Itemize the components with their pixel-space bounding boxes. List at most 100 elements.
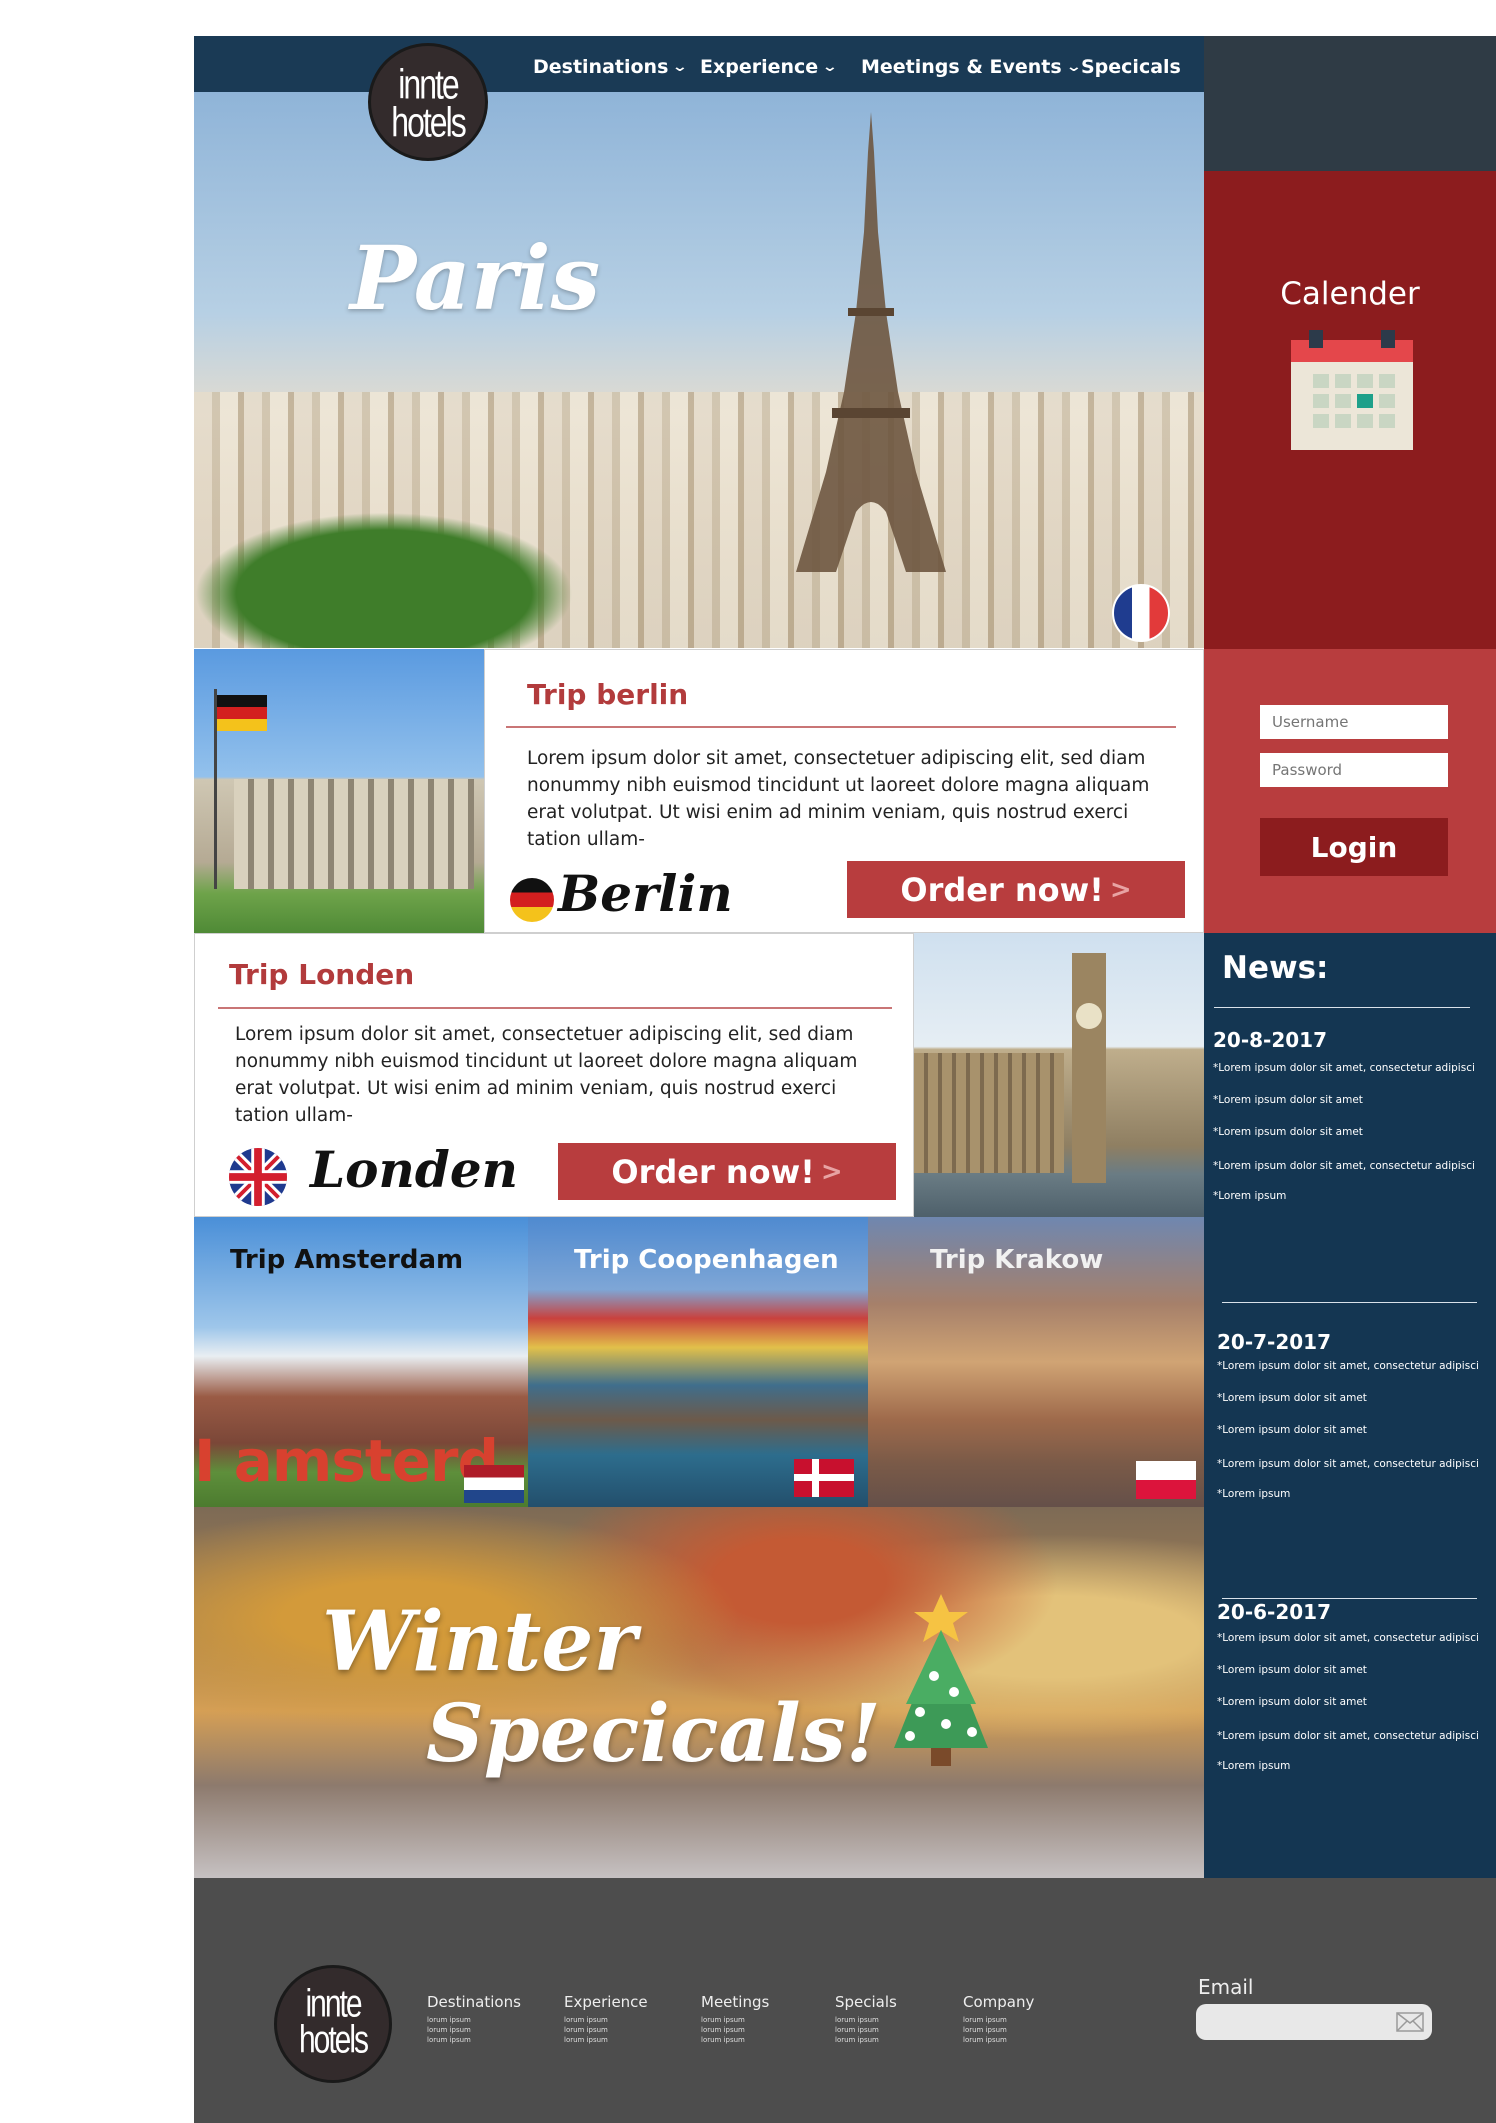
footer-column-destinations[interactable]: Destinations lorum ipsum lorum ipsum lor… xyxy=(427,1993,521,2045)
france-flag-icon xyxy=(1112,584,1170,642)
hero-paris-image xyxy=(194,92,1204,648)
parliament-building xyxy=(914,1053,1064,1173)
nav-meetings-label: Meetings & Events xyxy=(861,56,1062,78)
chevron-down-icon: ⌄ xyxy=(821,59,839,75)
reichstag-columns xyxy=(234,779,474,889)
footer-link[interactable]: lorum ipsum xyxy=(835,2035,897,2045)
logo-line-2: hotels xyxy=(391,98,466,146)
footer-link[interactable]: lorum ipsum xyxy=(701,2025,769,2035)
footer-link[interactable]: lorum ipsum xyxy=(701,2035,769,2045)
chevron-down-icon: ⌄ xyxy=(1065,59,1082,75)
london-big-ben-image xyxy=(914,933,1204,1217)
tile-coopenhagen[interactable]: Trip Coopenhagen xyxy=(528,1217,868,1507)
news-date: 20-8-2017 xyxy=(1213,1028,1328,1052)
footer-link[interactable]: lorum ipsum xyxy=(835,2025,897,2035)
eiffel-tower-illustration xyxy=(796,112,946,572)
footer-innte-hotels-logo[interactable]: innte hotels xyxy=(274,1965,392,2083)
footer-link[interactable]: lorum ipsum xyxy=(427,2025,521,2035)
footer-link[interactable]: lorum ipsum xyxy=(963,2025,1034,2035)
trip-berlin-divider xyxy=(506,726,1176,728)
berlin-city-name: Berlin xyxy=(558,864,733,923)
news-line: *Lorem ipsum dolor sit amet xyxy=(1213,1094,1363,1106)
winter-title-line1: Winter xyxy=(322,1594,637,1690)
username-input[interactable] xyxy=(1260,705,1448,739)
tile-amsterdam-title: Trip Amsterdam xyxy=(230,1245,464,1275)
footer-column-title: Destinations xyxy=(427,1993,521,2011)
order-button-label: Order now! xyxy=(900,870,1104,909)
nav-destinations[interactable]: Destinations ⌄ xyxy=(533,54,689,80)
news-line: *Lorem ipsum dolor sit amet, consectetur… xyxy=(1217,1632,1479,1644)
footer-column-company[interactable]: Company lorum ipsum lorum ipsum lorum ip… xyxy=(963,1993,1034,2045)
footer-link[interactable]: lorum ipsum xyxy=(564,2015,648,2025)
nav-destinations-label: Destinations xyxy=(533,56,669,78)
tile-krakow[interactable]: Trip Krakow xyxy=(868,1217,1204,1507)
chevron-right-icon: > xyxy=(820,1156,843,1187)
footer-link[interactable]: lorum ipsum xyxy=(564,2035,648,2045)
trip-londen-description: Lorem ipsum dolor sit amet, consectetuer… xyxy=(235,1024,858,1126)
footer-link[interactable]: lorum ipsum xyxy=(564,2025,648,2035)
nav-specicals-label: Specicals xyxy=(1081,56,1181,78)
calendar-icon[interactable] xyxy=(1291,330,1413,450)
order-button-label: Order now! xyxy=(611,1152,815,1191)
tile-coopenhagen-title: Trip Coopenhagen xyxy=(574,1245,839,1275)
londen-order-button[interactable]: Order now! > xyxy=(558,1143,896,1200)
news-line: *Lorem ipsum dolor sit amet, consectetur… xyxy=(1213,1062,1475,1074)
trip-berlin-description: Lorem ipsum dolor sit amet, consectetuer… xyxy=(527,748,1150,850)
footer-column-experience[interactable]: Experience lorum ipsum lorum ipsum lorum… xyxy=(564,1993,648,2045)
news-line: *Lorem ipsum xyxy=(1217,1488,1291,1500)
footer-link[interactable]: lorum ipsum xyxy=(427,2035,521,2045)
big-ben-tower xyxy=(1072,953,1106,1183)
chevron-down-icon: ⌄ xyxy=(672,59,689,75)
hero-title: Paris xyxy=(350,226,601,330)
news-item[interactable]: 20-6-2017 *Lorem ipsum dolor sit amet, c… xyxy=(1217,1600,1487,1772)
footer-column-specials[interactable]: Specials lorum ipsum lorum ipsum lorum i… xyxy=(835,1993,897,2045)
footer-link[interactable]: lorum ipsum xyxy=(835,2015,897,2025)
login-panel xyxy=(1204,649,1496,933)
denmark-flag-icon xyxy=(794,1459,854,1497)
amsterdam-sign: I amsterd xyxy=(194,1427,499,1495)
news-item[interactable]: 20-7-2017 *Lorem ipsum dolor sit amet, c… xyxy=(1217,1330,1487,1500)
berlin-order-button[interactable]: Order now! > xyxy=(847,861,1185,918)
news-date: 20-6-2017 xyxy=(1217,1600,1332,1624)
tile-krakow-title: Trip Krakow xyxy=(930,1245,1104,1275)
netherlands-flag-icon xyxy=(464,1465,524,1503)
trip-londen-title: Trip Londen xyxy=(229,958,415,991)
news-item[interactable]: 20-8-2017 *Lorem ipsum dolor sit amet, c… xyxy=(1213,1028,1483,1202)
news-line: *Lorem ipsum dolor sit amet xyxy=(1217,1424,1367,1436)
mail-icon[interactable] xyxy=(1396,2012,1424,2032)
news-line: *Lorem ipsum dolor sit amet, consectetur… xyxy=(1217,1730,1479,1742)
footer-link[interactable]: lorum ipsum xyxy=(427,2015,521,2025)
news-divider xyxy=(1222,1302,1477,1303)
password-input[interactable] xyxy=(1260,753,1448,787)
uk-flag-icon xyxy=(229,1148,287,1206)
news-line: *Lorem ipsum xyxy=(1217,1760,1291,1772)
footer-link[interactable]: lorum ipsum xyxy=(963,2035,1034,2045)
news-line: *Lorem ipsum dolor sit amet xyxy=(1217,1392,1367,1404)
nav-experience[interactable]: Experience ⌄ xyxy=(700,54,839,80)
christmas-tree-icon xyxy=(894,1594,988,1766)
tile-amsterdam[interactable]: Trip Amsterdam I amsterd xyxy=(194,1217,528,1507)
footer-column-meetings[interactable]: Meetings lorum ipsum lorum ipsum lorum i… xyxy=(701,1993,769,2045)
login-button[interactable]: Login xyxy=(1260,818,1448,876)
news-date: 20-7-2017 xyxy=(1217,1330,1332,1354)
news-divider xyxy=(1214,1007,1470,1008)
footer-column-title: Specials xyxy=(835,1993,897,2011)
hero-trees xyxy=(194,512,574,648)
news-line: *Lorem ipsum xyxy=(1213,1190,1287,1202)
chevron-right-icon: > xyxy=(1109,874,1132,905)
footer-column-title: Company xyxy=(963,1993,1035,2011)
footer-column-title: Meetings xyxy=(701,1993,770,2011)
footer-column-title: Experience xyxy=(564,1993,648,2011)
winter-title-line2: Specicals! xyxy=(426,1686,881,1780)
nav-specicals[interactable]: Specicals xyxy=(1081,54,1181,80)
clock-face xyxy=(1076,1003,1102,1029)
footer-link[interactable]: lorum ipsum xyxy=(701,2015,769,2025)
berlin-reichstag-image xyxy=(194,649,484,933)
germany-flag-icon xyxy=(510,878,554,922)
news-title: News: xyxy=(1222,950,1329,986)
logo-line-2: hotels xyxy=(298,2018,369,2062)
footer-link[interactable]: lorum ipsum xyxy=(963,2015,1034,2025)
innte-hotels-logo[interactable]: innte hotels xyxy=(368,43,488,161)
news-line: *Lorem ipsum dolor sit amet, consectetur… xyxy=(1213,1160,1475,1172)
nav-meetings-events[interactable]: Meetings & Events ⌄ xyxy=(861,54,1082,80)
